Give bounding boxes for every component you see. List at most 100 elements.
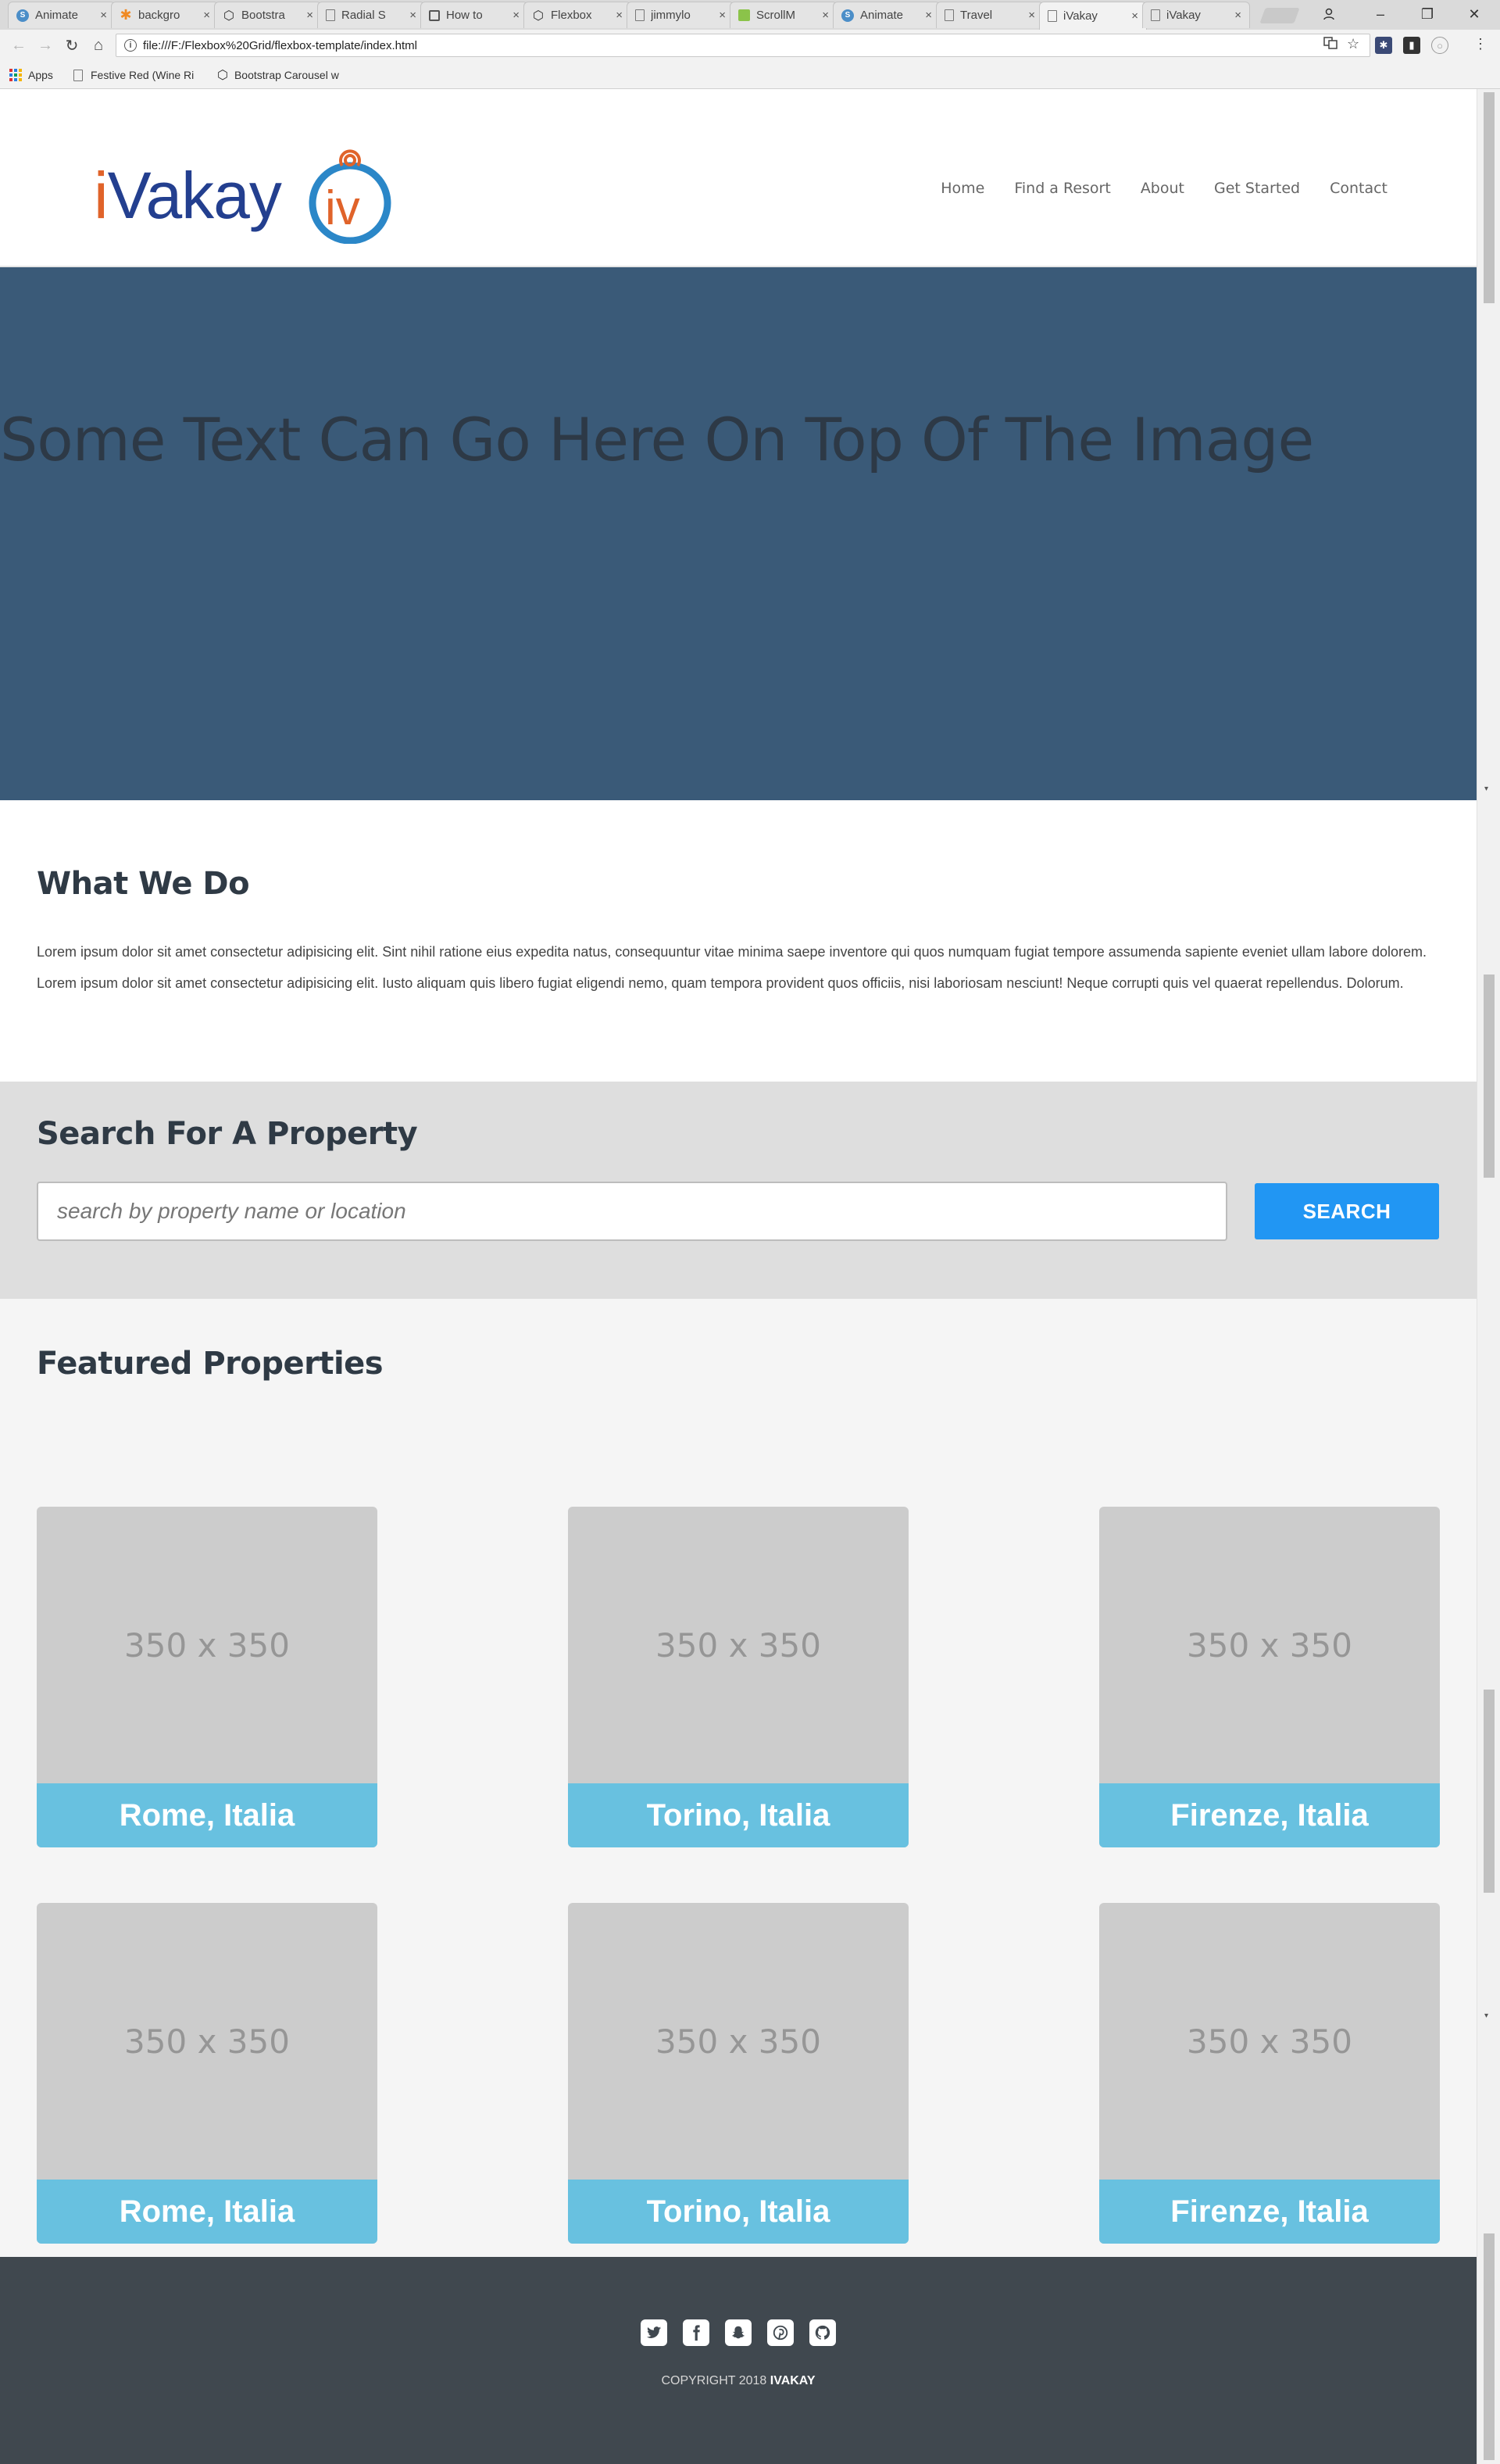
copyright-text: COPYRIGHT 2018 [661,2374,767,2387]
pinterest-icon[interactable] [767,2319,794,2346]
reload-icon[interactable]: ↻ [61,34,83,56]
facebook-icon[interactable] [683,2319,709,2346]
tab-title: How to [446,9,483,22]
featured-title: Featured Properties [37,1346,384,1382]
address-bar[interactable]: i file:///F:/Flexbox%20Grid/flexbox-temp… [116,34,1370,57]
browser-tab[interactable]: iVakay × [1039,2,1147,30]
tab-close-icon[interactable]: × [616,9,623,22]
url-text[interactable]: file:///F:/Flexbox%20Grid/flexbox-templa… [143,39,417,52]
scrollbar-thumb-segment[interactable] [1484,1690,1495,1893]
scrollbar-thumb-segment[interactable] [1484,2233,1495,2460]
tab-title: iVakay [1063,9,1098,23]
search-input[interactable] [37,1182,1227,1241]
logo[interactable]: iVakay iv [94,134,398,244]
browser-tab[interactable]: ⬡ Bootstra × [214,2,322,28]
twitter-icon[interactable] [641,2319,667,2346]
browser-tab[interactable]: How to × [420,2,528,28]
bookmark-star-icon[interactable]: ☆ [1347,36,1359,52]
browser-tab[interactable]: jimmylo × [627,2,734,28]
tab-title: Travel [960,9,993,22]
browser-tab[interactable]: S Animate × [8,2,116,28]
nav-link-about[interactable]: About [1141,180,1184,197]
bookmark-label: Apps [28,69,53,81]
search-button[interactable]: SEARCH [1255,1183,1439,1239]
document-icon [945,9,954,21]
translate-icon[interactable] [1323,36,1338,54]
featured-properties-section: Featured Properties 350 x 350 Rome, Itali… [0,1299,1477,2257]
property-card[interactable]: 350 x 350 Torino, Italia [568,1903,909,2244]
tab-close-icon[interactable]: × [100,9,107,22]
apps-grid-icon [9,69,22,81]
property-card[interactable]: 350 x 350 Rome, Italia [37,1903,377,2244]
property-card[interactable]: 350 x 350 Rome, Italia [37,1507,377,1847]
back-icon[interactable]: ← [8,34,30,56]
info-icon[interactable]: i [124,39,137,52]
minimize-icon[interactable]: – [1369,3,1392,25]
document-icon [635,9,645,21]
browser-tab[interactable]: iVakay × [1142,2,1250,28]
logo-wordmark: iVakay [94,159,282,232]
property-caption: Firenze, Italia [1099,2180,1440,2244]
tab-close-icon[interactable]: × [512,9,520,22]
browser-tab[interactable]: ⬡ Flexbox × [523,2,631,28]
home-icon[interactable]: ⌂ [88,34,109,56]
nav-link-home[interactable]: Home [941,180,984,197]
snapchat-icon[interactable] [725,2319,752,2346]
tab-close-icon[interactable]: × [306,9,313,22]
scrollbar-thumb[interactable] [1484,92,1495,303]
bookmark-bootstrap-carousel[interactable]: ⬡ Bootstrap Carousel w [217,66,339,84]
browser-tab[interactable]: ScrollM × [730,2,838,28]
close-window-icon[interactable]: ✕ [1462,3,1486,25]
tab-title: Flexbox [551,9,592,22]
bookmark-festive-red[interactable]: Festive Red (Wine Ri [73,66,194,84]
tab-title: Animate [35,9,79,22]
tab-title: iVakay [1166,9,1201,22]
nav-link-get-started[interactable]: Get Started [1214,180,1300,197]
scroll-down-arrow-icon[interactable]: ▾ [1484,2012,1488,2020]
extension-panel-icon[interactable]: ▮ [1403,37,1420,54]
extension-circle-icon[interactable]: ○ [1431,37,1448,54]
property-card[interactable]: 350 x 350 Firenze, Italia [1099,1903,1440,2244]
browser-tab[interactable]: Radial S × [317,2,425,28]
browser-tab[interactable]: ✱ backgro × [111,2,219,28]
tab-title: backgro [138,9,180,22]
copyright-brand: IVAKAY [770,2374,816,2387]
tab-close-icon[interactable]: × [1131,9,1138,23]
tab-title: ScrollM [756,9,796,22]
property-caption: Torino, Italia [568,1783,909,1847]
browser-tab[interactable]: Travel × [936,2,1044,28]
scroll-down-arrow-icon[interactable]: ▾ [1484,785,1488,793]
page-scrollbar[interactable]: ▾ ▾ [1477,89,1500,2464]
tab-title: Animate [860,9,904,22]
tab-close-icon[interactable]: × [925,9,932,22]
main-nav: Home Find a Resort About Get Started Contact [941,180,1388,197]
tab-close-icon[interactable]: × [822,9,829,22]
document-icon [326,9,335,21]
extension-snowflake-icon[interactable]: ✱ [1375,37,1392,54]
tab-close-icon[interactable]: × [203,9,210,22]
property-card[interactable]: 350 x 350 Torino, Italia [568,1507,909,1847]
tab-close-icon[interactable]: × [409,9,416,22]
property-image-placeholder: 350 x 350 [1187,2022,1352,2061]
bookmark-label: Bootstrap Carousel w [234,69,339,81]
property-image-placeholder: 350 x 350 [124,2022,290,2061]
profile-icon[interactable] [1317,3,1341,25]
tab-close-icon[interactable]: × [1234,9,1241,22]
hero-banner: Some Text Can Go Here On Top Of The Imag… [0,267,1477,800]
github-icon[interactable] [809,2319,836,2346]
forward-icon[interactable]: → [34,34,56,56]
nav-link-find-a-resort[interactable]: Find a Resort [1014,180,1110,197]
tab-close-icon[interactable]: × [1028,9,1035,22]
new-tab-button[interactable] [1259,8,1300,23]
save-icon [429,9,440,21]
nav-link-contact[interactable]: Contact [1330,180,1388,197]
restore-icon[interactable]: ❐ [1416,3,1439,25]
property-caption: Rome, Italia [37,1783,377,1847]
menu-kebab-icon[interactable]: ⋮ [1473,36,1488,52]
tab-close-icon[interactable]: × [719,9,726,22]
bookmark-apps[interactable]: Apps [9,66,53,84]
scrollbar-thumb-segment[interactable] [1484,975,1495,1178]
browser-tab[interactable]: S Animate × [833,2,941,28]
property-card[interactable]: 350 x 350 Firenze, Italia [1099,1507,1440,1847]
property-caption: Rome, Italia [37,2180,377,2244]
